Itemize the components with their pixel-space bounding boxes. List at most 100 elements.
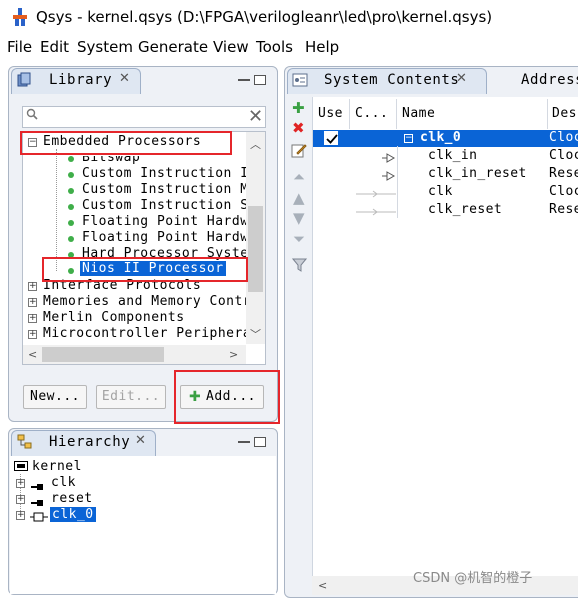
tree-category-merlin-components[interactable]: Merlin Components <box>43 310 185 325</box>
expand-icon[interactable]: + <box>28 314 37 323</box>
expand-icon[interactable]: + <box>28 298 37 307</box>
clock-input-icon <box>382 152 398 167</box>
clock-output-icon <box>356 188 396 203</box>
menu-help[interactable]: Help <box>305 38 339 56</box>
menu-tools[interactable]: Tools <box>256 38 293 56</box>
row-desc-clk-0: Cloc <box>549 130 578 145</box>
expand-icon[interactable]: + <box>16 479 25 488</box>
reset-output-icon <box>356 206 396 221</box>
search-icon <box>26 108 38 124</box>
expand-icon[interactable]: + <box>28 282 37 291</box>
filter-icon[interactable] <box>291 258 308 277</box>
hierarchy-root-kernel[interactable]: kernel <box>32 459 82 474</box>
menu-edit[interactable]: Edit <box>40 38 69 56</box>
reset-port-icon <box>31 496 45 511</box>
library-horizontal-scroll-thumb[interactable] <box>42 347 164 362</box>
tree-category-microcontroller[interactable]: Microcontroller Periphera <box>43 326 251 341</box>
column-divider <box>547 99 548 129</box>
search-clear-icon[interactable]: ✕ <box>248 106 263 127</box>
hierarchy-item-reset[interactable]: reset <box>51 491 93 506</box>
menu-generate[interactable]: Generate <box>138 38 208 56</box>
new-component-button[interactable]: New... <box>23 385 87 409</box>
component-icon <box>68 236 74 242</box>
row-desc-clk-in-reset: Rese <box>549 166 578 181</box>
library-tab-close-icon[interactable]: ✕ <box>119 71 130 86</box>
add-icon[interactable]: ✚ <box>292 101 305 116</box>
scroll-down-icon[interactable]: ﹀ <box>250 326 261 342</box>
tree-guide-line <box>56 149 57 271</box>
column-header-name[interactable]: Name <box>402 106 435 121</box>
clock-port-icon <box>31 480 45 495</box>
tab-hierarchy-label: Hierarchy <box>49 434 131 450</box>
expand-icon[interactable]: + <box>16 495 25 504</box>
annotation-box-embedded <box>20 131 232 155</box>
row-desc-clk-reset: Rese <box>549 202 578 217</box>
row-desc-clk-in: Cloc <box>549 148 578 163</box>
tree-item-floating-point-2[interactable]: Floating Point Hardw <box>82 230 249 245</box>
column-divider <box>349 99 350 129</box>
tree-item-custom-instruction-3[interactable]: Custom Instruction S <box>82 198 249 213</box>
system-icon <box>14 461 28 477</box>
collapse-icon[interactable]: − <box>404 134 413 143</box>
row-name-clk-in-reset[interactable]: clk_in_reset <box>428 166 527 181</box>
expand-icon[interactable]: + <box>16 511 25 520</box>
hierarchy-icon <box>17 434 33 454</box>
scroll-left-icon[interactable]: < <box>28 348 37 361</box>
menu-file[interactable]: File <box>7 38 32 56</box>
reset-input-icon <box>382 170 398 185</box>
hierarchy-minimize-icon[interactable] <box>238 440 250 443</box>
system-contents-icon <box>292 72 308 92</box>
component-instance-icon <box>30 511 48 526</box>
hierarchy-tree <box>10 456 276 594</box>
edit-icon[interactable] <box>291 142 307 162</box>
tree-item-floating-point-1[interactable]: Floating Point Hardw <box>82 214 249 229</box>
component-icon <box>68 188 74 194</box>
scroll-left-icon[interactable]: < <box>318 579 327 592</box>
qsys-app-icon <box>12 8 28 26</box>
column-header-connections[interactable]: C... <box>355 106 388 121</box>
component-icon <box>68 204 74 210</box>
library-minimize-icon[interactable] <box>238 78 250 81</box>
hierarchy-tab-close-icon[interactable]: ✕ <box>135 433 146 448</box>
move-to-top-icon[interactable]: ⏶ <box>293 170 305 185</box>
scroll-up-icon[interactable]: ︿ <box>250 136 261 152</box>
row-desc-clk: Cloc <box>549 184 578 199</box>
annotation-box-add <box>174 370 280 424</box>
move-down-icon[interactable]: ▼ <box>293 211 305 226</box>
watermark-text: CSDN @机智的橙子 <box>413 571 533 586</box>
library-icon <box>17 72 33 92</box>
move-to-bottom-icon[interactable]: ⏷ <box>293 232 305 247</box>
row-name-clk-reset[interactable]: clk_reset <box>428 202 502 217</box>
menu-view[interactable]: View <box>213 38 249 56</box>
menu-system[interactable]: System <box>77 38 133 56</box>
library-maximize-icon[interactable] <box>254 75 266 85</box>
window-title: Qsys - kernel.qsys (D:\FPGA\verilogleanr… <box>36 8 493 26</box>
column-divider <box>397 146 398 218</box>
tab-library-label: Library <box>49 72 113 88</box>
expand-icon[interactable]: + <box>28 330 37 339</box>
hierarchy-item-clk[interactable]: clk <box>51 475 76 490</box>
column-header-description[interactable]: Des <box>552 106 577 121</box>
row-name-clk-in[interactable]: clk_in <box>428 148 477 163</box>
remove-icon[interactable]: ✖ <box>292 121 305 136</box>
tab-system-contents-label: System Contents <box>324 72 460 88</box>
system-contents-tab-close-icon[interactable]: ✕ <box>456 71 467 86</box>
use-checkbox[interactable] <box>324 131 338 145</box>
annotation-box-nios <box>42 257 248 282</box>
library-search-input[interactable] <box>22 106 266 128</box>
component-icon <box>68 172 74 178</box>
move-up-icon[interactable]: ▲ <box>293 191 305 206</box>
row-name-clk[interactable]: clk <box>428 184 453 199</box>
component-icon <box>68 156 74 162</box>
tree-item-custom-instruction-2[interactable]: Custom Instruction M <box>82 182 249 197</box>
tree-category-memories[interactable]: Memories and Memory Contr <box>43 294 251 309</box>
row-name-clk-0[interactable]: clk_0 <box>420 130 461 145</box>
tree-item-custom-instruction-1[interactable]: Custom Instruction I <box>82 166 249 181</box>
library-vertical-scroll-thumb[interactable] <box>248 206 263 292</box>
column-header-use[interactable]: Use <box>318 106 343 121</box>
tab-address-map[interactable]: Address <box>521 72 578 88</box>
hierarchy-maximize-icon[interactable] <box>254 437 266 447</box>
hierarchy-item-clk-0[interactable]: clk_0 <box>50 507 96 522</box>
scroll-right-icon[interactable]: > <box>229 348 238 361</box>
edit-component-button[interactable]: Edit... <box>96 385 166 409</box>
